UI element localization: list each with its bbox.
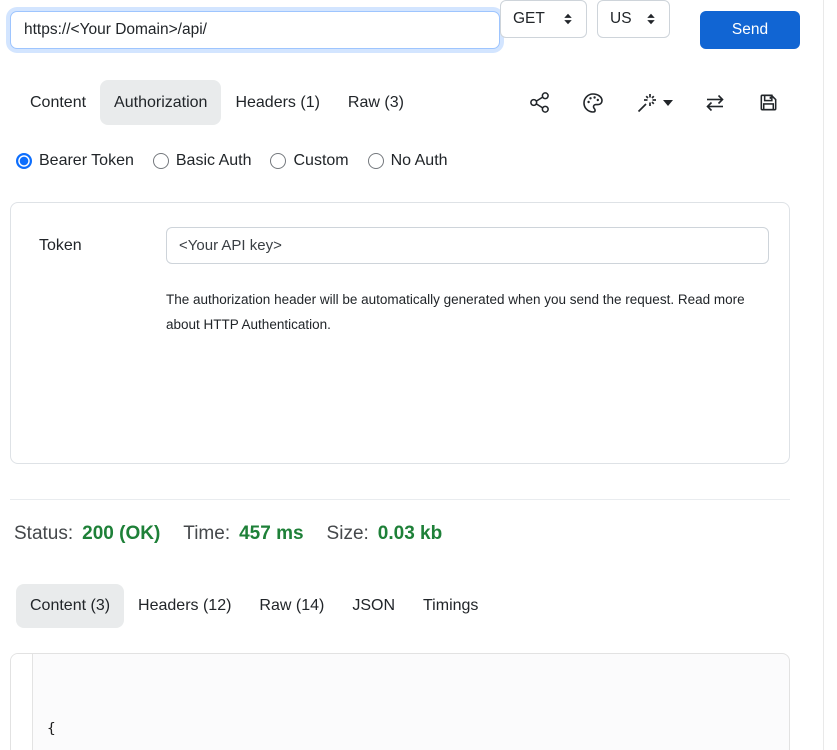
radio-label: Basic Auth	[176, 152, 252, 170]
code-gutter	[11, 654, 33, 750]
region-select[interactable]: US	[597, 0, 670, 38]
swap-button[interactable]	[703, 91, 727, 115]
tab-response-timings[interactable]: Timings	[409, 584, 492, 628]
radio-label: Custom	[293, 152, 348, 170]
request-toolbar	[528, 80, 780, 125]
token-label: Token	[39, 237, 82, 255]
radio-basic-auth[interactable]: Basic Auth	[153, 152, 252, 170]
tab-response-headers[interactable]: Headers (12)	[124, 584, 245, 628]
chevron-down-icon	[663, 100, 673, 106]
response-status-bar: Status: 200 (OK) Time: 457 ms Size: 0.03…	[14, 523, 465, 545]
save-icon	[757, 91, 780, 114]
code-line: {	[47, 716, 789, 742]
radio-unselected-icon	[153, 153, 169, 169]
response-body-panel: { "message": "API running." }	[10, 653, 790, 750]
share-button[interactable]	[528, 91, 551, 114]
token-help-line1: The authorization header will be automat…	[166, 287, 766, 312]
magic-wand-icon	[635, 91, 659, 115]
theme-button[interactable]	[581, 91, 605, 115]
radio-label: Bearer Token	[39, 152, 134, 170]
method-select[interactable]: GET	[500, 0, 587, 38]
token-help-line2: about HTTP Authentication.	[166, 312, 766, 337]
section-divider	[10, 499, 790, 500]
tab-response-raw[interactable]: Raw (14)	[245, 584, 338, 628]
size-label: Size:	[327, 523, 369, 545]
method-select-value: GET	[513, 10, 545, 28]
bearer-token-panel: Token The authorization header will be a…	[10, 202, 790, 464]
size-value: 0.03 kb	[378, 523, 442, 545]
generate-code-dropdown[interactable]	[635, 91, 673, 115]
region-select-value: US	[610, 10, 632, 28]
tab-raw[interactable]: Raw (3)	[334, 80, 418, 125]
api-tester-page: GET US Send Content Authorization Header…	[0, 0, 837, 750]
send-button[interactable]: Send	[700, 11, 800, 49]
share-nodes-icon	[528, 91, 551, 114]
response-json-body[interactable]: { "message": "API running." }	[34, 654, 789, 750]
radio-label: No Auth	[391, 152, 448, 170]
updown-caret-icon	[645, 12, 657, 26]
token-help-text: The authorization header will be automat…	[166, 287, 766, 337]
radio-unselected-icon	[270, 153, 286, 169]
radio-bearer-token[interactable]: Bearer Token	[16, 152, 134, 170]
time-label: Time:	[183, 523, 230, 545]
url-input[interactable]	[10, 11, 500, 49]
auth-type-options: Bearer Token Basic Auth Custom No Auth	[16, 152, 448, 170]
tab-authorization[interactable]: Authorization	[100, 80, 221, 125]
swap-arrows-icon	[703, 91, 727, 115]
radio-selected-icon	[16, 153, 32, 169]
palette-icon	[581, 91, 605, 115]
save-button[interactable]	[757, 91, 780, 114]
radio-custom[interactable]: Custom	[270, 152, 348, 170]
token-input[interactable]	[166, 227, 769, 264]
updown-caret-icon	[562, 12, 574, 26]
response-tabs: Content (3) Headers (12) Raw (14) JSON T…	[16, 584, 492, 628]
request-tabs: Content Authorization Headers (1) Raw (3…	[16, 80, 418, 125]
status-label: Status:	[14, 523, 73, 545]
tab-response-json[interactable]: JSON	[338, 584, 409, 628]
status-value: 200 (OK)	[82, 523, 160, 545]
tab-content[interactable]: Content	[16, 80, 100, 125]
tab-response-content[interactable]: Content (3)	[16, 584, 124, 628]
page-right-border	[823, 0, 824, 750]
time-value: 457 ms	[239, 523, 303, 545]
request-bar	[10, 11, 790, 49]
radio-no-auth[interactable]: No Auth	[368, 152, 448, 170]
radio-unselected-icon	[368, 153, 384, 169]
tab-headers[interactable]: Headers (1)	[221, 80, 333, 125]
